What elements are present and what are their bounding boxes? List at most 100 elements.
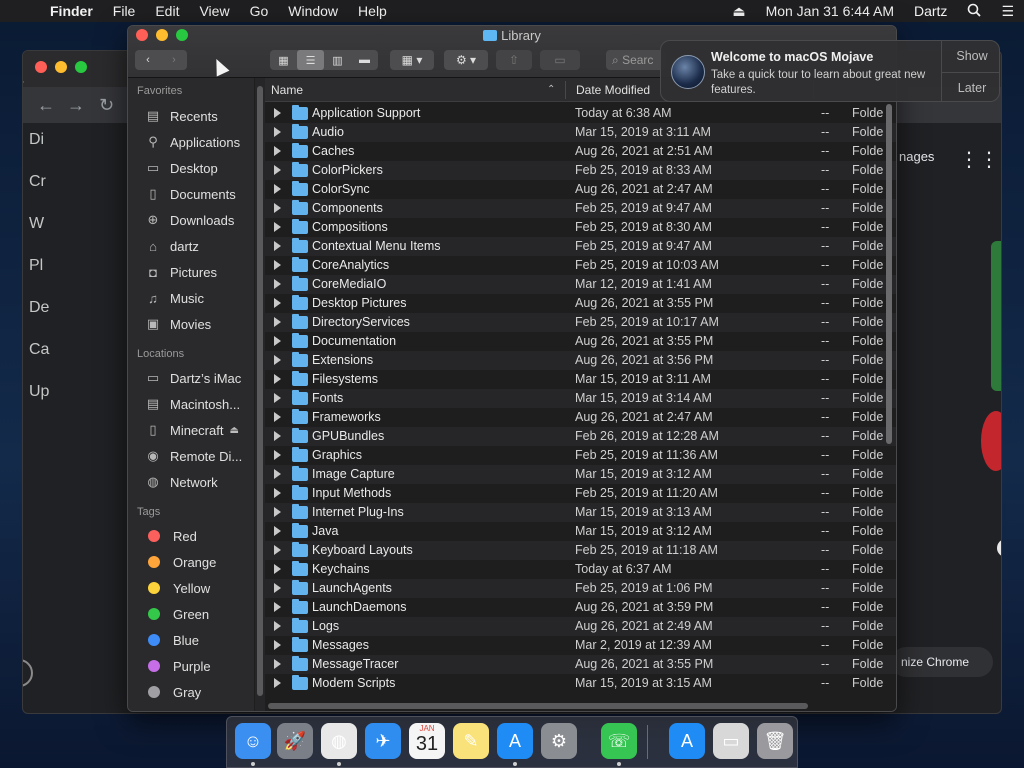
- disclosure-triangle-icon[interactable]: [274, 127, 281, 137]
- file-row[interactable]: Desktop Pictures Aug 26, 2021 at 3:55 PM -…: [265, 294, 896, 313]
- file-list-horizontal-scrollbar[interactable]: [268, 702, 808, 710]
- sidebar-item-music[interactable]: ♫ Music: [144, 287, 204, 309]
- disclosure-triangle-icon[interactable]: [274, 583, 281, 593]
- spotlight-search-icon[interactable]: [957, 3, 991, 20]
- sidebar-tag-green[interactable]: Green: [144, 603, 209, 625]
- sidebar-scroll-thumb[interactable]: [257, 86, 263, 696]
- file-row[interactable]: Components Feb 25, 2019 at 9:47 AM -- Folde: [265, 199, 896, 218]
- action-menu-button[interactable]: ⚙ ▾: [444, 50, 488, 70]
- browser-zoom-button[interactable]: [75, 61, 87, 73]
- disclosure-triangle-icon[interactable]: [274, 488, 281, 498]
- disclosure-triangle-icon[interactable]: [274, 545, 281, 555]
- back-button[interactable]: ‹: [135, 50, 161, 70]
- sidebar-item-downloads[interactable]: ⊕ Downloads: [144, 209, 235, 231]
- file-row[interactable]: CoreMediaIO Mar 12, 2019 at 1:41 AM -- Fold…: [265, 275, 896, 294]
- system-preferences-dock-icon[interactable]: ⚙: [541, 723, 577, 759]
- finder-zoom-button[interactable]: [176, 29, 188, 41]
- file-row[interactable]: Keychains Today at 6:37 AM -- Folde: [265, 560, 896, 579]
- menu-window[interactable]: Window: [278, 3, 348, 19]
- disclosure-triangle-icon[interactable]: [274, 393, 281, 403]
- disclosure-triangle-icon[interactable]: [274, 184, 281, 194]
- browser-close-button[interactable]: [35, 61, 47, 73]
- column-divider[interactable]: [565, 81, 566, 99]
- disclosure-triangle-icon[interactable]: [274, 165, 281, 175]
- sidebar-item-desktop[interactable]: ▭ Desktop: [144, 157, 218, 179]
- file-row[interactable]: DirectoryServices Feb 25, 2019 at 10:17 A…: [265, 313, 896, 332]
- menu-edit[interactable]: Edit: [145, 3, 189, 19]
- disclosure-triangle-icon[interactable]: [274, 450, 281, 460]
- disclosure-triangle-icon[interactable]: [274, 374, 281, 384]
- group-by-button[interactable]: ▦ ▾: [390, 50, 434, 70]
- safari-dock-icon[interactable]: ✈: [365, 723, 401, 759]
- mojave-welcome-notification[interactable]: Welcome to macOS Mojave Take a quick tou…: [660, 40, 1000, 102]
- sidebar-item-documents[interactable]: ▯ Documents: [144, 183, 235, 205]
- icon-view-icon[interactable]: ▦: [270, 50, 297, 70]
- file-row[interactable]: Graphics Feb 25, 2019 at 11:36 AM -- Folde: [265, 446, 896, 465]
- menu-app-finder[interactable]: Finder: [40, 3, 103, 19]
- disclosure-triangle-icon[interactable]: [274, 222, 281, 232]
- disclosure-triangle-icon[interactable]: [274, 640, 281, 650]
- column-view-icon[interactable]: ▥: [324, 50, 351, 70]
- google-images-link[interactable]: nages: [899, 149, 934, 164]
- disclosure-triangle-icon[interactable]: [274, 317, 281, 327]
- sidebar-item-macintosh-hd[interactable]: ▤ Macintosh...: [144, 393, 240, 415]
- disclosure-triangle-icon[interactable]: [274, 203, 281, 213]
- sidebar-item-network[interactable]: ◍ Network: [144, 471, 217, 493]
- menu-clock[interactable]: Mon Jan 31 6:44 AM: [756, 3, 904, 19]
- notes-dock-icon[interactable]: ✎: [453, 723, 489, 759]
- sidebar-tag-blue[interactable]: Blue: [144, 629, 199, 651]
- disclosure-triangle-icon[interactable]: [274, 469, 281, 479]
- file-row[interactable]: ColorSync Aug 26, 2021 at 2:47 AM -- Folde: [265, 180, 896, 199]
- google-apps-icon[interactable]: ⋮⋮: [959, 147, 999, 172]
- disclosure-triangle-icon[interactable]: [274, 108, 281, 118]
- sidebar-tag-yellow[interactable]: Yellow: [144, 577, 210, 599]
- sidebar-item-movies[interactable]: ▣ Movies: [144, 313, 211, 335]
- gallery-view-icon[interactable]: ▬: [351, 50, 378, 70]
- sidebar-tag-orange[interactable]: Orange: [144, 551, 216, 573]
- sidebar-item-pictures[interactable]: ◘ Pictures: [144, 261, 217, 283]
- disclosure-triangle-icon[interactable]: [274, 431, 281, 441]
- sidebar-scrollbar[interactable]: [255, 78, 265, 711]
- menu-view[interactable]: View: [189, 3, 239, 19]
- file-row[interactable]: Modem Scripts Mar 15, 2019 at 3:15 AM -- Fo…: [265, 674, 896, 693]
- sidebar-item-imac[interactable]: ▭ Dartz’s iMac: [144, 367, 241, 389]
- customize-chrome-button[interactable]: nize Chrome: [891, 647, 993, 677]
- file-row[interactable]: Messages Mar 2, 2019 at 12:39 AM -- Folde: [265, 636, 896, 655]
- browser-back-icon[interactable]: ←: [37, 95, 55, 116]
- disclosure-triangle-icon[interactable]: [274, 279, 281, 289]
- browser-forward-icon[interactable]: →: [67, 95, 85, 116]
- menu-user[interactable]: Dartz: [904, 3, 957, 19]
- file-row[interactable]: Audio Mar 15, 2019 at 3:11 AM -- Folde: [265, 123, 896, 142]
- disclosure-triangle-icon[interactable]: [274, 602, 281, 612]
- disclosure-triangle-icon[interactable]: [274, 260, 281, 270]
- file-row[interactable]: Extensions Aug 26, 2021 at 3:56 PM -- Folde: [265, 351, 896, 370]
- browser-reload-icon[interactable]: ↻: [99, 95, 114, 116]
- chrome-dock-icon[interactable]: ◍: [321, 723, 357, 759]
- disclosure-triangle-icon[interactable]: [274, 678, 281, 688]
- disclosure-triangle-icon[interactable]: [274, 659, 281, 669]
- file-row[interactable]: Image Capture Mar 15, 2019 at 3:12 AM -- Fo…: [265, 465, 896, 484]
- file-row[interactable]: Internet Plug-Ins Mar 15, 2019 at 3:13 AM…: [265, 503, 896, 522]
- sidebar-tag-purple[interactable]: Purple: [144, 655, 211, 677]
- file-row[interactable]: Logs Aug 26, 2021 at 2:49 AM -- Folde: [265, 617, 896, 636]
- disclosure-triangle-icon[interactable]: [274, 564, 281, 574]
- sidebar-tag-red[interactable]: Red: [144, 525, 197, 547]
- disclosure-triangle-icon[interactable]: [274, 355, 281, 365]
- finder-minimize-button[interactable]: [156, 29, 168, 41]
- menu-file[interactable]: File: [103, 3, 146, 19]
- list-view-icon[interactable]: ☰: [297, 50, 324, 70]
- sidebar-item-home[interactable]: ⌂ dartz: [144, 235, 199, 257]
- finder-close-button[interactable]: [136, 29, 148, 41]
- sort-ascending-icon[interactable]: ⌃: [547, 84, 555, 95]
- file-row[interactable]: Filesystems Mar 15, 2019 at 3:11 AM -- Fold…: [265, 370, 896, 389]
- disclosure-triangle-icon[interactable]: [274, 146, 281, 156]
- sidebar-item-applications[interactable]: ⚲ Applications: [144, 131, 240, 153]
- sidebar-tag-gray[interactable]: Gray: [144, 681, 201, 703]
- file-row[interactable]: LaunchAgents Feb 25, 2019 at 1:06 PM -- Fol…: [265, 579, 896, 598]
- file-row[interactable]: Documentation Aug 26, 2021 at 3:55 PM -- Fo…: [265, 332, 896, 351]
- disclosure-triangle-icon[interactable]: [274, 526, 281, 536]
- file-row[interactable]: Application Support Today at 6:38 AM -- Fol…: [265, 104, 896, 123]
- finder-search-input[interactable]: ⌕ Searc: [606, 50, 666, 70]
- file-row[interactable]: Compositions Feb 25, 2019 at 8:30 AM -- Fol…: [265, 218, 896, 237]
- file-row[interactable]: GPUBundles Feb 26, 2019 at 12:28 AM -- Fold…: [265, 427, 896, 446]
